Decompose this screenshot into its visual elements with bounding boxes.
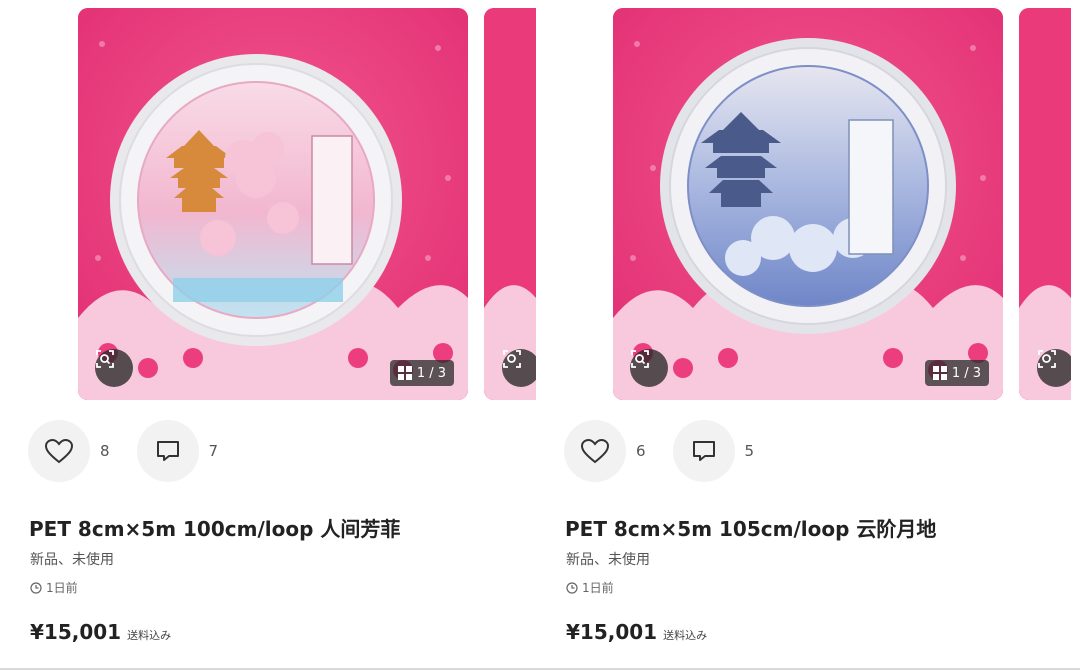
comment-icon [156,441,179,461]
heart-icon [580,438,610,464]
shipping-note: 送料込み [127,629,172,642]
product-title[interactable]: PET 8cm×5m 100cm/loop 人间芳菲 [29,513,400,542]
like-count: 8 [100,442,110,460]
image-search-icon [631,350,649,368]
listing-page: 1 / 3 8 7 PET 8cm×5m 100cm/loop 人间芳菲 新品、… [0,0,1080,670]
image-search-button[interactable] [95,349,133,387]
comment-icon [692,441,715,461]
next-photo-preview[interactable] [1019,8,1071,400]
price: ¥15,001 [30,620,122,644]
heart-icon [44,438,74,464]
posted-time-text: 1日前 [46,581,78,595]
image-search-button[interactable] [1037,349,1071,387]
washi-tape-blue-image [613,8,1003,400]
price-row: ¥15,001 送料込み [566,620,707,644]
comment-button[interactable] [136,420,199,482]
clock-icon [30,581,42,594]
gallery-grid-icon [932,366,947,380]
listing-card[interactable]: 1 / 3 6 5 PET 8cm×5m 105cm/loop 云阶月地 新品、… [536,0,1071,670]
image-search-icon [503,350,521,368]
image-counter-text: 1 / 3 [951,365,981,381]
image-search-button[interactable] [502,349,536,387]
product-photo[interactable]: 1 / 3 [78,8,468,400]
image-counter: 1 / 3 [924,360,989,386]
image-counter-text: 1 / 3 [416,365,446,381]
like-button[interactable] [28,420,90,482]
image-counter: 1 / 3 [389,360,454,386]
shipping-note: 送料込み [663,629,708,642]
product-condition: 新品、未使用 [30,552,114,568]
product-condition: 新品、未使用 [566,552,650,568]
posted-time-text: 1日前 [582,581,614,595]
clock-icon [566,581,578,594]
next-photo-image [1019,8,1071,400]
comment-button[interactable] [672,420,735,482]
posted-time: 1日前 [30,579,78,596]
like-button[interactable] [564,420,626,482]
image-search-button[interactable] [630,349,668,387]
gallery-grid-icon [397,366,412,380]
price-row: ¥15,001 送料込み [30,620,171,644]
like-count: 6 [636,442,646,460]
product-title[interactable]: PET 8cm×5m 105cm/loop 云阶月地 [565,513,936,542]
engagement-bar: 6 5 [564,420,781,482]
next-photo-image [484,8,536,400]
image-search-icon [1038,350,1056,368]
comment-count: 7 [208,442,219,460]
image-search-icon [96,350,114,368]
product-photo[interactable]: 1 / 3 [613,8,1003,400]
engagement-bar: 8 7 [28,420,245,482]
washi-tape-pink-image [78,8,468,400]
price: ¥15,001 [566,620,658,644]
posted-time: 1日前 [566,579,614,596]
listing-card[interactable]: 1 / 3 8 7 PET 8cm×5m 100cm/loop 人间芳菲 新品、… [0,0,536,670]
comment-count: 5 [744,442,755,460]
next-photo-preview[interactable] [484,8,536,400]
